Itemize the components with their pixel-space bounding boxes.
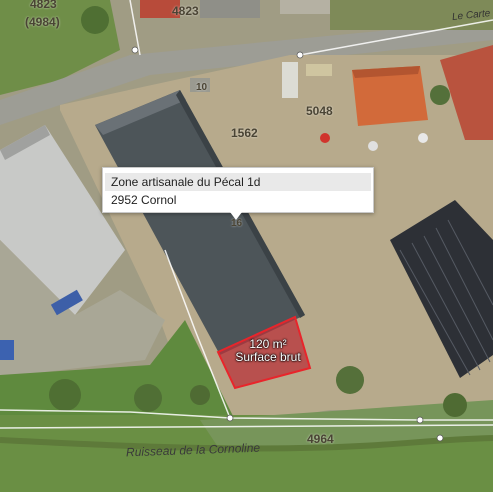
parcel-number: 1562 (231, 126, 258, 140)
address-tooltip[interactable]: Zone artisanale du Pécal 1d 2952 Cornol (102, 167, 374, 213)
map-view[interactable]: 4823 (4984) 4823 1562 5048 10 16 4964 Le… (0, 0, 493, 492)
parcel-number: (4984) (25, 15, 60, 29)
area-caption: Surface brut (235, 350, 301, 364)
parcel-number: 4823 (30, 0, 57, 11)
parcel-number: 4964 (307, 432, 334, 446)
aerial-imagery (0, 0, 493, 492)
area-measurement-label: 120 m² Surface brut (218, 338, 318, 364)
parcel-number: 4823 (172, 4, 199, 18)
tooltip-pointer (230, 212, 242, 220)
parcel-number: 5048 (306, 104, 333, 118)
tooltip-locality-line: 2952 Cornol (111, 193, 177, 207)
parcel-number: 10 (196, 82, 208, 93)
tooltip-address-line: Zone artisanale du Pécal 1d (105, 173, 371, 191)
